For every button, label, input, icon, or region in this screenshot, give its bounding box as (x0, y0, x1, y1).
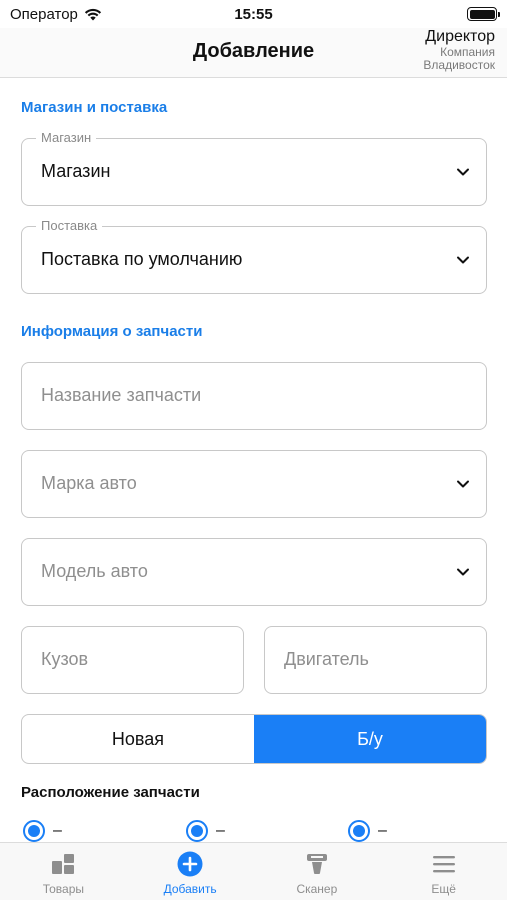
supply-select-label: Поставка (36, 218, 103, 233)
store-select-label: Магазин (36, 130, 97, 145)
company-city: Владивосток (423, 57, 495, 72)
store-select-value: Магазин (41, 161, 111, 181)
tab-scanner[interactable]: Сканер (254, 843, 381, 900)
user-role: Директор (425, 28, 495, 45)
tab-add[interactable]: Добавить (127, 843, 254, 900)
condition-option-new[interactable]: Новая (22, 715, 254, 763)
tab-bar: Товары Добавить Сканер Ещё (0, 842, 507, 900)
battery-icon (467, 7, 500, 21)
chevron-down-icon (457, 568, 469, 576)
radio-selected-icon (23, 820, 45, 842)
supply-select[interactable]: Поставка Поставка по умолчанию (21, 218, 487, 294)
tab-products-label: Товары (42, 882, 85, 896)
engine-input[interactable]: Двигатель (264, 626, 487, 694)
store-select[interactable]: Магазин Магазин (21, 130, 487, 206)
car-model-select[interactable]: Модель авто (21, 538, 487, 606)
car-model-placeholder: Модель авто (41, 561, 148, 581)
location-title: Расположение запчасти (21, 784, 200, 801)
body-input[interactable]: Кузов (21, 626, 244, 694)
company-name: Компания (440, 44, 495, 59)
location-radio-2-label: – (216, 822, 225, 839)
form-content[interactable]: Магазин и поставка Магазин Магазин Поста… (0, 78, 507, 842)
tab-more[interactable]: Ещё (380, 843, 507, 900)
location-radio-1-label: – (53, 822, 62, 839)
car-make-select[interactable]: Марка авто (21, 450, 487, 518)
tab-scanner-label: Сканер (296, 882, 338, 896)
radio-selected-icon (348, 820, 370, 842)
location-radio-3-label: – (378, 822, 387, 839)
tab-add-label: Добавить (163, 882, 217, 896)
plus-circle-icon (177, 851, 203, 877)
menu-icon (431, 851, 457, 877)
section-title-store-supply: Магазин и поставка (21, 99, 168, 116)
supply-select-value: Поставка по умолчанию (41, 249, 243, 269)
chevron-down-icon (457, 256, 469, 264)
grid-icon (50, 851, 76, 877)
condition-segmented-control[interactable]: Новая Б/у (21, 714, 487, 764)
tab-more-label: Ещё (431, 882, 456, 896)
nav-bar: Добавление Директор Компания Владивосток (0, 28, 507, 78)
tab-products[interactable]: Товары (0, 843, 127, 900)
chevron-down-icon (457, 480, 469, 488)
status-bar: Оператор 15:55 (0, 0, 507, 28)
location-radio-1[interactable]: – (23, 820, 62, 842)
body-placeholder: Кузов (41, 649, 89, 669)
radio-selected-icon (186, 820, 208, 842)
location-radio-3[interactable]: – (348, 820, 387, 842)
car-make-placeholder: Марка авто (41, 473, 137, 493)
status-time: 15:55 (234, 6, 273, 23)
part-name-input[interactable]: Название запчасти (21, 362, 487, 430)
engine-placeholder: Двигатель (284, 649, 369, 669)
location-radio-2[interactable]: – (186, 820, 225, 842)
part-name-placeholder: Название запчасти (41, 385, 202, 405)
section-title-part-info: Информация о запчасти (21, 323, 203, 340)
scanner-icon (304, 851, 330, 877)
chevron-down-icon (457, 168, 469, 176)
condition-option-used[interactable]: Б/у (254, 715, 486, 763)
user-info[interactable]: Директор Компания Владивосток (423, 28, 495, 72)
